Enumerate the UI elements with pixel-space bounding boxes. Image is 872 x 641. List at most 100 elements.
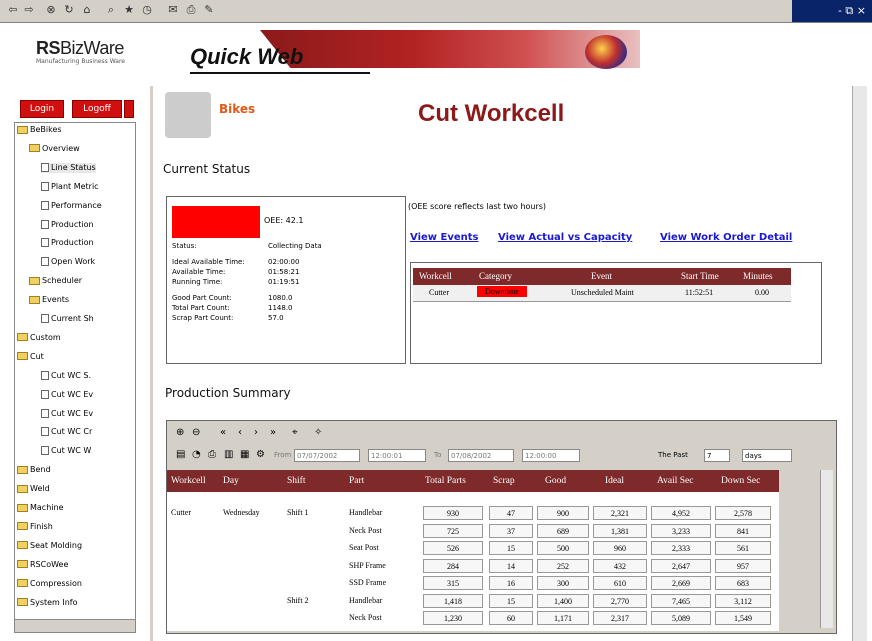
main-vertical-scrollbar[interactable] (852, 86, 867, 641)
view-work-order-link[interactable]: View Work Order Detail (660, 232, 792, 243)
cell-down: 957 (715, 558, 771, 573)
tree-item-label: Open Work (51, 257, 96, 267)
favorites-icon[interactable]: ★ (122, 3, 136, 17)
tree-item[interactable]: Cut WC Cr (41, 427, 92, 437)
back-icon[interactable]: ⇦ (6, 3, 20, 17)
from-time-input[interactable]: 12:00:01 (368, 449, 426, 462)
tree-item[interactable]: Cut WC S. (41, 370, 91, 381)
cell-total: 725 (423, 523, 483, 538)
product-underline (190, 72, 370, 74)
tree-item-label: Compression (30, 578, 82, 588)
status-label: Good Part Count: (172, 294, 232, 302)
tree-item[interactable]: Line Status (41, 162, 96, 173)
to-date-input[interactable]: 07/08/2002 (448, 449, 514, 462)
to-label: To (434, 451, 442, 459)
tree-item[interactable]: Production (41, 219, 94, 230)
clock-icon[interactable]: ◔ (192, 449, 201, 460)
tree-item[interactable]: Overview (29, 144, 80, 154)
mail-icon[interactable]: ✉ (166, 3, 180, 17)
cell-good: 252 (537, 558, 589, 573)
tree-item[interactable]: Cut (17, 352, 44, 362)
cell-good: 1,400 (537, 593, 589, 608)
refresh-report-icon[interactable]: ✧ (314, 427, 322, 438)
binoculars-icon[interactable]: ⌖ (292, 427, 298, 438)
tree-item[interactable]: Events (29, 295, 69, 305)
col-good: Good (545, 476, 567, 486)
tree-item[interactable]: Scheduler (29, 276, 82, 286)
report-vertical-scrollbar[interactable] (820, 470, 833, 628)
col-avail-sec: Avail Sec (657, 476, 694, 486)
past-value-input[interactable]: 7 (704, 449, 730, 462)
tree-item[interactable]: Bend (17, 465, 51, 475)
tree-item-label: Cut WC Ev (51, 389, 94, 399)
to-time-input[interactable]: 12:00:00 (522, 449, 580, 462)
tree-item[interactable]: Open Work (41, 257, 95, 267)
edit-icon[interactable]: ✎ (202, 3, 216, 17)
cell-down: 561 (715, 541, 771, 555)
export-icon[interactable]: ▤ (176, 449, 185, 460)
tree-horizontal-scrollbar[interactable] (14, 619, 136, 633)
last-page-icon[interactable]: » (270, 427, 276, 438)
window-controls[interactable]: - ⧉ × (792, 0, 872, 22)
first-page-icon[interactable]: « (220, 427, 226, 438)
view-actual-capacity-link[interactable]: View Actual vs Capacity (498, 232, 632, 243)
tree-item[interactable]: Custom (17, 333, 61, 343)
tree-item[interactable]: Machine (17, 503, 64, 513)
unit-select[interactable]: days (742, 449, 792, 462)
print-icon[interactable]: ⎙ (184, 3, 198, 17)
tree-item[interactable]: Performance (41, 200, 102, 211)
nav-button-partial[interactable] (124, 100, 134, 118)
folder-icon (17, 579, 28, 588)
filter-icon[interactable]: ▦ (240, 449, 249, 460)
tree-item[interactable]: Finish (17, 522, 53, 532)
chart-icon[interactable]: ▥ (224, 449, 233, 460)
status-label: Scrap Part Count: (172, 314, 234, 322)
settings-icon[interactable]: ⚙ (256, 449, 265, 460)
tree-item-label: Scheduler (42, 276, 83, 286)
view-events-link[interactable]: View Events (410, 232, 478, 243)
prev-page-icon[interactable]: ‹ (238, 427, 242, 438)
forward-icon[interactable]: ⇨ (22, 3, 36, 17)
page-icon (41, 446, 49, 456)
cell-ideal: 1,381 (593, 523, 647, 538)
cell-total: 930 (423, 506, 483, 520)
cell-good: 300 (537, 576, 589, 590)
zoom-out-icon[interactable]: ⊖ (192, 427, 200, 438)
cell-total: 526 (423, 541, 483, 555)
cell-day: Wednesday (223, 508, 260, 517)
history-icon[interactable]: ◷ (140, 3, 154, 17)
tree-item[interactable]: Compression (17, 579, 82, 589)
login-button[interactable]: Login (20, 100, 64, 118)
tree-item[interactable]: Current Sh (41, 314, 94, 324)
events-table-row[interactable]: Cutter Downtime Unscheduled Maint 11:52:… (413, 285, 791, 302)
refresh-icon[interactable]: ↻ (62, 3, 76, 17)
tree-item[interactable]: Seat Molding (17, 541, 82, 551)
col-total-parts: Total Parts (425, 476, 466, 486)
cell-avail: 5,089 (651, 611, 711, 625)
event-workcell: Cutter (429, 288, 449, 297)
zoom-in-icon[interactable]: ⊕ (176, 427, 184, 438)
cell-ideal: 432 (593, 558, 647, 573)
tree-item[interactable]: System Info (17, 598, 78, 608)
tree-item-label: Cut WC W (51, 446, 92, 456)
logoff-button[interactable]: Logoff (72, 100, 122, 118)
tree-item[interactable]: Production (41, 238, 94, 248)
oee-note: (OEE score reflects last two hours) (408, 202, 547, 211)
col-ideal: Ideal (605, 476, 624, 486)
from-date-input[interactable]: 07/07/2002 (294, 449, 360, 462)
cell-good: 500 (537, 541, 589, 555)
search-icon[interactable]: ⌕ (104, 3, 118, 17)
tree-item-label: Plant Metric (51, 181, 99, 191)
browser-toolbar: ⇦ ⇨ ⊗ ↻ ⌂ ⌕ ★ ◷ ✉ ⎙ ✎ - ⧉ × (0, 0, 872, 23)
print-report-icon[interactable]: ⎙ (208, 449, 216, 460)
tree-item[interactable]: Cut WC Ev (41, 389, 94, 400)
next-page-icon[interactable]: › (254, 427, 258, 438)
tree-item[interactable]: RSCoWee (17, 560, 68, 570)
tree-item[interactable]: BeBikes (17, 125, 62, 135)
stop-icon[interactable]: ⊗ (44, 3, 58, 17)
tree-item[interactable]: Cut WC W (41, 446, 91, 456)
tree-item[interactable]: Cut WC Ev (41, 408, 93, 419)
tree-item[interactable]: Plant Metric (41, 181, 99, 192)
tree-item[interactable]: Weld (17, 484, 50, 494)
home-icon[interactable]: ⌂ (80, 3, 94, 17)
